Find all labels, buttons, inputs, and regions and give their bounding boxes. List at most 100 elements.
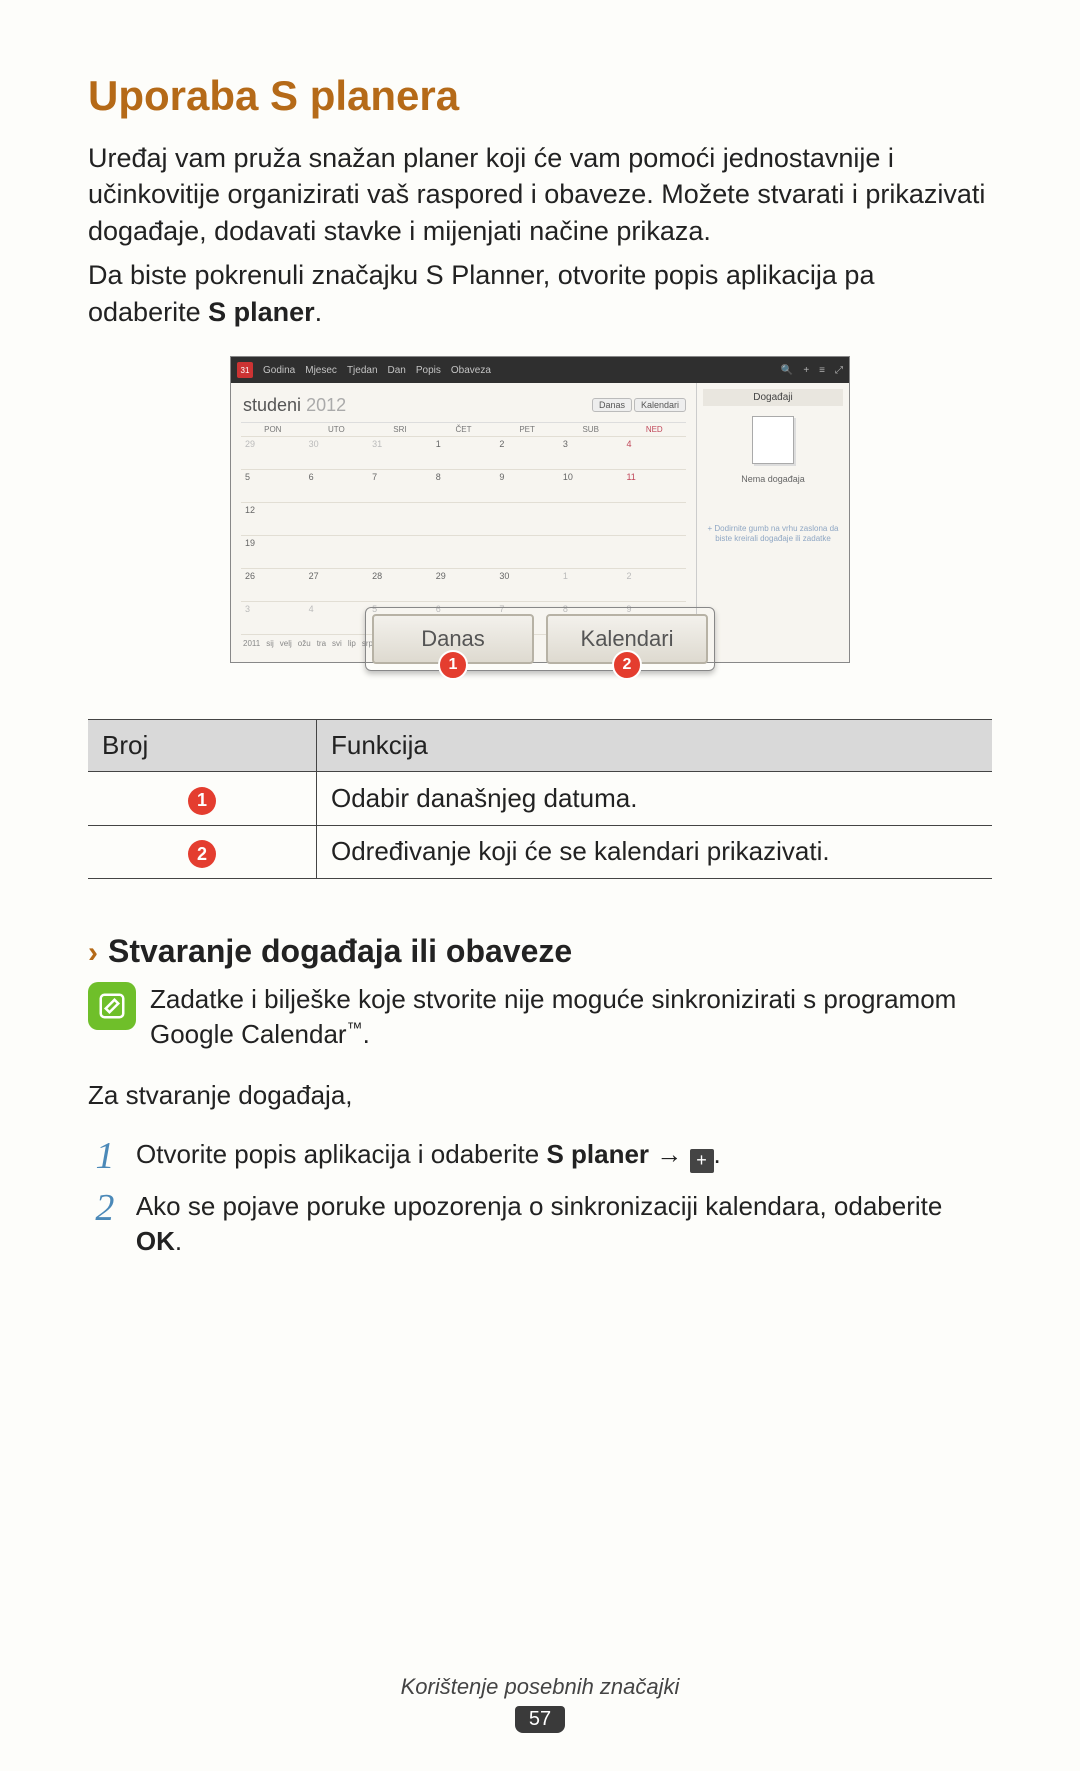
mb-item: svi: [332, 639, 342, 648]
day-cell: 31: [368, 437, 432, 469]
inline-badge-1: 1: [188, 787, 216, 815]
day-cell: [368, 503, 432, 535]
table-row: 1 Odabir današnjeg datuma.: [88, 772, 992, 826]
add-icon: +: [803, 365, 809, 376]
day-cell: [559, 503, 623, 535]
events-sidebar: Događaji Nema događaja + Dodirnite gumb …: [696, 383, 849, 662]
step-1: 1 Otvorite popis aplikacija i odaberite …: [88, 1137, 992, 1175]
page-footer: Korištenje posebnih značajki 57: [0, 1674, 1080, 1733]
day-cell: 11: [622, 470, 686, 502]
tab-month: Mjesec: [305, 365, 337, 376]
dow-sat: SUB: [559, 423, 623, 436]
step-2-pre: Ako se pojave poruke upozorenja o sinkro…: [136, 1191, 943, 1221]
step-2-bold: OK: [136, 1226, 175, 1256]
td-num: 2: [88, 825, 317, 879]
callout-popup: Danas 1 Kalendari 2: [365, 607, 715, 671]
footer-section-text: Korištenje posebnih značajki: [0, 1674, 1080, 1700]
day-cell: 2: [622, 569, 686, 601]
step-1-post: →: [649, 1139, 689, 1169]
callout-calendars-label: Kalendari: [581, 626, 674, 651]
search-icon: 🔍: [781, 365, 793, 376]
day-cell: 28: [368, 569, 432, 601]
app-topbar: 31 Godina Mjesec Tjedan Dan Popis Obavez…: [231, 357, 849, 383]
step-1-text: Otvorite popis aplikacija i odaberite S …: [136, 1137, 721, 1172]
intro-paragraph-2: Da biste pokrenuli značajku S Planner, o…: [88, 257, 992, 330]
mb-item: sij: [266, 639, 274, 648]
page-number: 57: [515, 1706, 565, 1733]
day-cell: 30: [305, 437, 369, 469]
callout-calendars-button: Kalendari 2: [546, 614, 708, 664]
callout-today-label: Danas: [421, 626, 485, 651]
day-cell: 12: [241, 503, 305, 535]
week-row: 5 6 7 8 9 10 11: [241, 470, 686, 503]
tab-list: Popis: [416, 365, 441, 376]
mb-item: velj: [280, 639, 292, 648]
mb-item: lip: [348, 639, 356, 648]
dow-row: PON UTO SRI ČET PET SUB NED: [241, 423, 686, 437]
day-cell: 4: [622, 437, 686, 469]
fullscreen-icon: ⤢: [835, 365, 843, 376]
day-cell: [495, 536, 559, 568]
mb-item: 2011: [243, 639, 260, 648]
day-cell: 4: [305, 602, 369, 634]
badge-1: 1: [438, 650, 468, 680]
day-cell: 10: [559, 470, 623, 502]
note-text-b: .: [363, 1019, 370, 1049]
dow-tue: UTO: [305, 423, 369, 436]
week-row: 19: [241, 536, 686, 569]
th-number: Broj: [88, 720, 317, 772]
day-cell: 2: [495, 437, 559, 469]
year-label: 2012: [306, 395, 346, 415]
step-intro: Za stvaranje događaja,: [88, 1080, 992, 1111]
subheading-text: Stvaranje događaja ili obaveze: [108, 933, 572, 970]
day-cell: 26: [241, 569, 305, 601]
calendar-app-icon: 31: [237, 362, 253, 378]
day-cell: [622, 536, 686, 568]
pill-calendars: Kalendari: [634, 398, 686, 412]
manual-page: Uporaba S planera Uređaj vam pruža snaža…: [0, 0, 1080, 1771]
note-text: Zadatke i bilješke koje stvorite nije mo…: [150, 982, 992, 1052]
pill-today: Danas: [592, 398, 632, 412]
intro-2-a: Da biste pokrenuli značajku S Planner, o…: [88, 260, 874, 326]
day-cell: 19: [241, 536, 305, 568]
intro-paragraph-1: Uređaj vam pruža snažan planer koji će v…: [88, 140, 992, 249]
function-table: Broj Funkcija 1 Odabir današnjeg datuma.…: [88, 719, 992, 879]
calendar-grid: PON UTO SRI ČET PET SUB NED 29 30 31: [241, 422, 686, 635]
day-cell: 3: [241, 602, 305, 634]
dow-wed: SRI: [368, 423, 432, 436]
day-cell: 29: [432, 569, 496, 601]
day-cell: [622, 503, 686, 535]
day-cell: 1: [432, 437, 496, 469]
day-cell: 5: [241, 470, 305, 502]
day-cell: 29: [241, 437, 305, 469]
day-cell: [559, 536, 623, 568]
note-page-icon: [752, 416, 794, 464]
day-cell: 9: [495, 470, 559, 502]
tab-week: Tjedan: [347, 365, 378, 376]
dow-sun: NED: [622, 423, 686, 436]
intro-2-appname: S planer: [208, 297, 315, 327]
week-row: 12: [241, 503, 686, 536]
step-2: 2 Ako se pojave poruke upozorenja o sink…: [88, 1189, 992, 1259]
step-2-post: .: [175, 1226, 182, 1256]
day-cell: 8: [432, 470, 496, 502]
menu-icon: ≡: [819, 365, 825, 376]
day-cell: 27: [305, 569, 369, 601]
td-num: 1: [88, 772, 317, 826]
tab-day: Dan: [388, 365, 406, 376]
day-cell: [432, 536, 496, 568]
add-hint: + Dodirnite gumb na vrhu zaslona da bist…: [703, 524, 843, 543]
pencil-note-icon: [97, 991, 127, 1021]
tab-task: Obaveza: [451, 365, 491, 376]
day-cell: [432, 503, 496, 535]
step-1-bold: S planer: [546, 1139, 649, 1169]
header-pills: Danas Kalendari: [592, 398, 686, 412]
events-title: Događaji: [703, 389, 843, 406]
day-cell: [495, 503, 559, 535]
tm-mark: ™: [347, 1021, 363, 1038]
day-cell: 6: [305, 470, 369, 502]
note-block: Zadatke i bilješke koje stvorite nije mo…: [88, 982, 992, 1052]
day-cell: 1: [559, 569, 623, 601]
events-empty: Nema događaja: [703, 474, 843, 484]
step-2-num: 2: [88, 1189, 122, 1227]
